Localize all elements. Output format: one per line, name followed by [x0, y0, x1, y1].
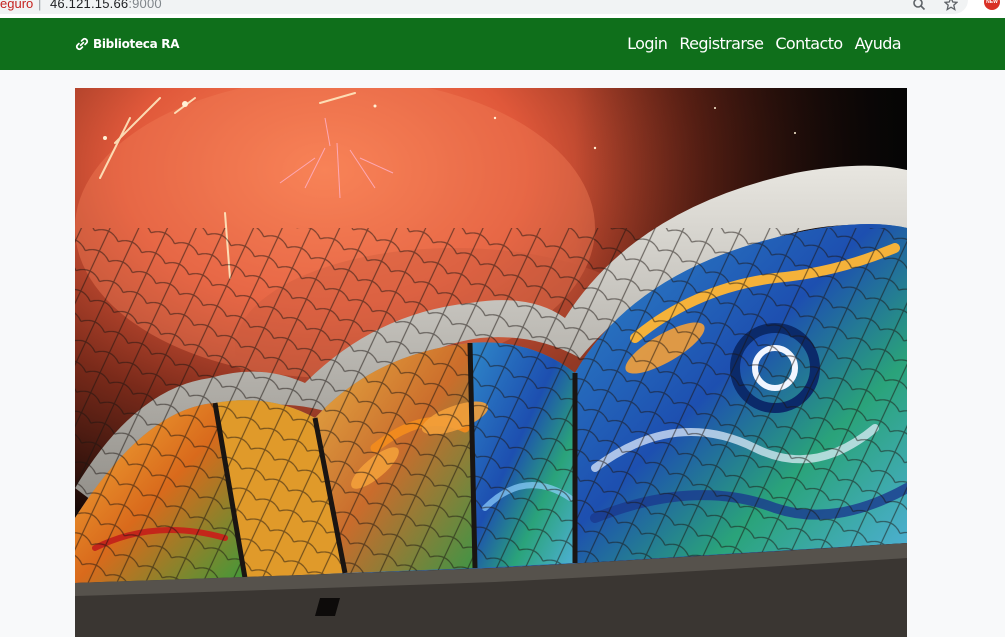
- star-icon[interactable]: [944, 0, 958, 11]
- browser-toolbar: eguro | 46.121.15.66:9000 NEW: [0, 0, 1005, 19]
- extension-badge-icon[interactable]: NEW: [984, 0, 1000, 10]
- nav-login-link[interactable]: Login: [627, 32, 668, 56]
- security-indicator[interactable]: eguro: [0, 0, 33, 11]
- nav-contact-link[interactable]: Contacto: [775, 32, 843, 56]
- brand-link[interactable]: Biblioteca RA: [75, 36, 180, 52]
- hero-image: [75, 88, 907, 637]
- nav-links: Login Registrarse Contacto Ayuda: [627, 32, 901, 56]
- address-separator: |: [38, 0, 42, 11]
- nav-help-link[interactable]: Ayuda: [855, 32, 902, 56]
- address-url[interactable]: 46.121.15.66:9000: [50, 0, 162, 11]
- nav-register-link[interactable]: Registrarse: [679, 32, 764, 56]
- search-icon[interactable]: [912, 0, 926, 11]
- stained-glass-fireworks-photo: [75, 88, 907, 637]
- url-port: :9000: [128, 0, 162, 11]
- brand-label: Biblioteca RA: [93, 37, 180, 51]
- main-navbar: Biblioteca RA Login Registrarse Contacto…: [0, 18, 1005, 70]
- link-icon: [75, 37, 89, 51]
- url-host: 46.121.15.66: [50, 0, 129, 11]
- address-bar[interactable]: eguro | 46.121.15.66:9000: [0, 0, 968, 14]
